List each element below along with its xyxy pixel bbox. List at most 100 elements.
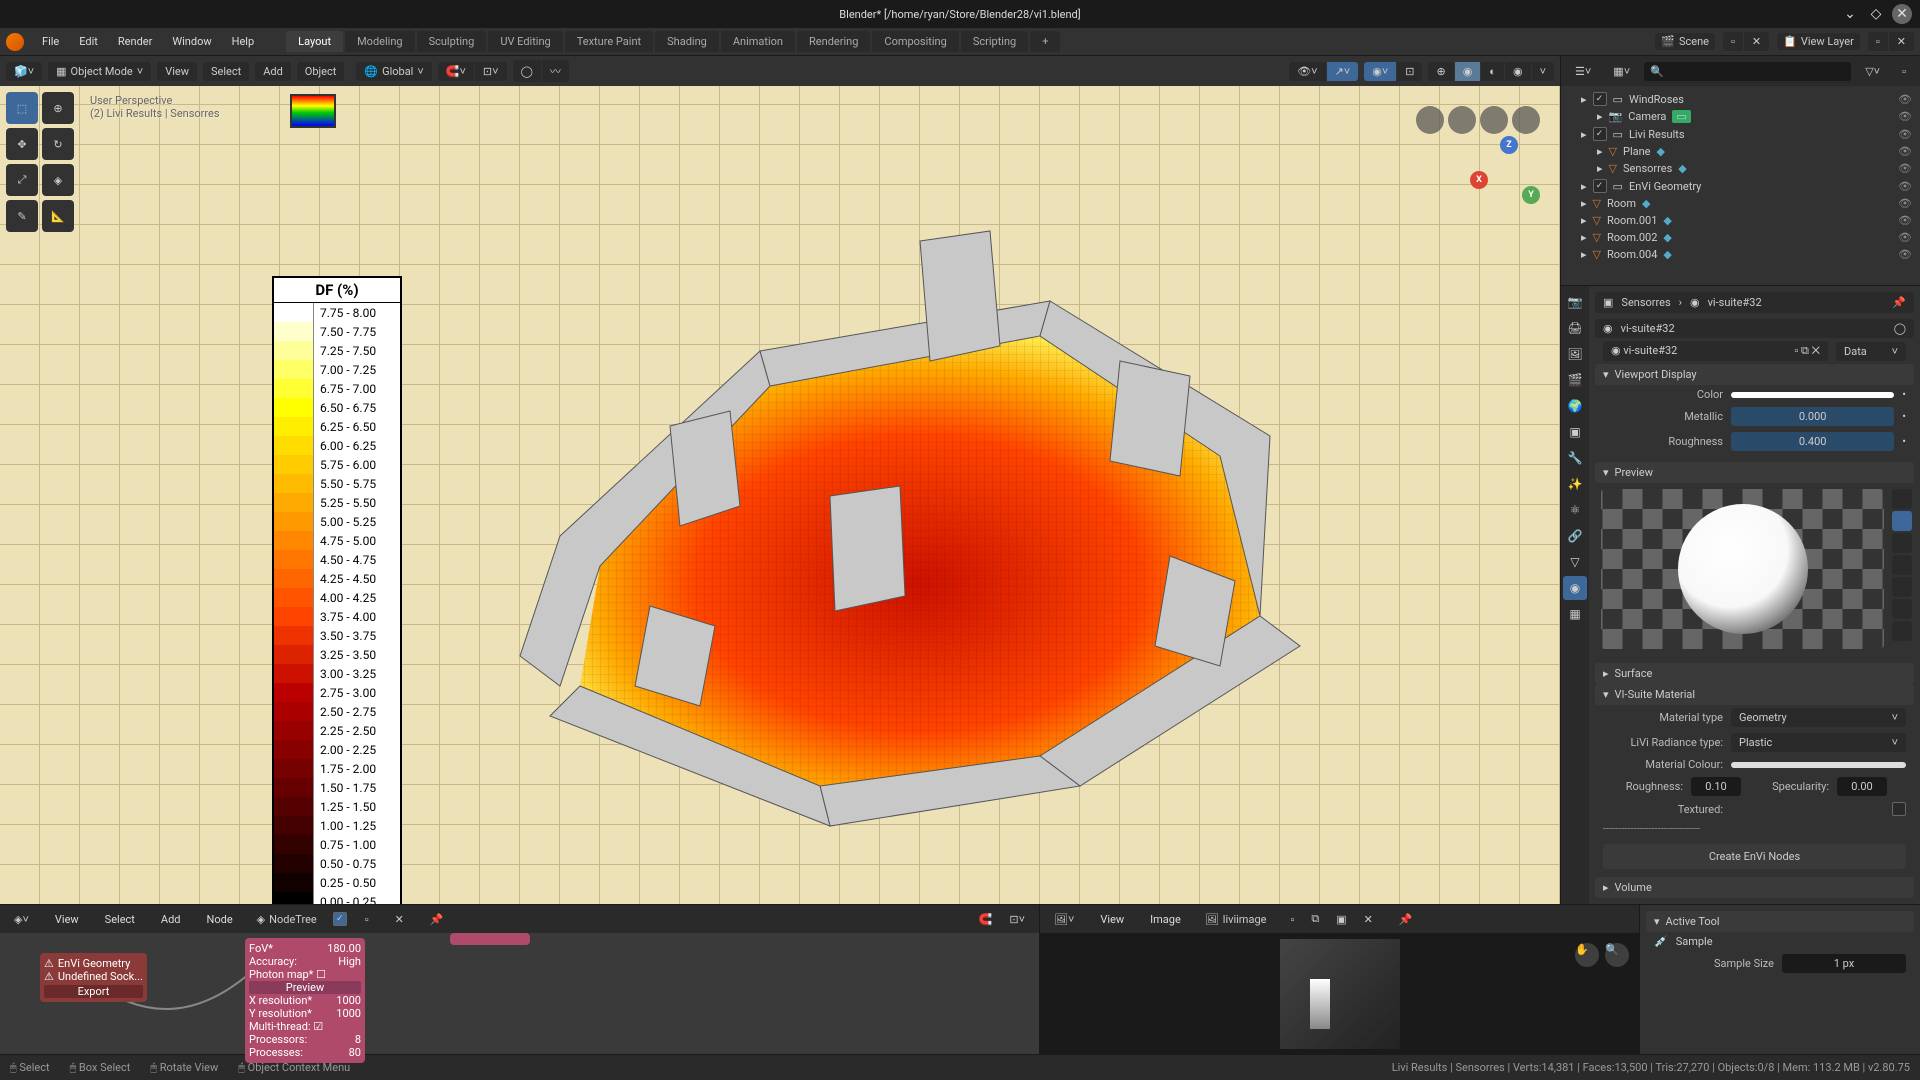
scale-tool-icon[interactable]: ⤢	[6, 164, 38, 196]
roughness-field[interactable]: 0.400	[1731, 432, 1894, 451]
link-type-dropdown[interactable]: Data˅	[1836, 342, 1906, 361]
ie-copy-icon[interactable]: ⧉	[1303, 909, 1327, 929]
node-canvas[interactable]: ⚠EnVi Geometry ⚠Undefined Sock... Export…	[0, 933, 1039, 1054]
tab-shading[interactable]: Shading	[655, 31, 719, 52]
ie-view[interactable]: View	[1092, 909, 1132, 930]
outliner-item[interactable]: ▸ 📷 Camera ▭👁	[1565, 108, 1916, 125]
proptab-render-icon[interactable]: 📷	[1563, 290, 1587, 314]
ie-new-icon[interactable]: ▫	[1282, 909, 1302, 929]
tab-sculpting[interactable]: Sculpting	[417, 31, 487, 52]
visibility-eye-icon[interactable]: 👁	[1898, 197, 1912, 210]
ne-select[interactable]: Select	[97, 909, 143, 930]
visibility-eye-icon[interactable]: 👁	[1898, 231, 1912, 244]
textured-checkbox[interactable]	[1892, 802, 1906, 816]
shading-render-icon[interactable]: ◉	[1505, 62, 1531, 81]
outliner-item[interactable]: ▸ ▽ Room.001 ◆👁	[1565, 212, 1916, 229]
visibility-eye-icon[interactable]: 👁	[1898, 248, 1912, 261]
collection-checkbox[interactable]: ✓	[1593, 179, 1607, 193]
outliner-item[interactable]: ▸ ✓ ▭ WindRoses👁	[1565, 90, 1916, 108]
preview-flat-icon[interactable]	[1892, 489, 1912, 509]
orientation-gizmo[interactable]: X Y Z	[1470, 136, 1540, 206]
maximize-icon[interactable]: ◇	[1866, 4, 1886, 24]
gizmo-icon[interactable]: ↗˅	[1327, 62, 1359, 81]
section-volume[interactable]: ▸ Volume	[1595, 877, 1914, 898]
radiance-type-dropdown[interactable]: Plastic˅	[1731, 733, 1906, 752]
y-axis-icon[interactable]: Y	[1522, 186, 1540, 204]
viewport-canvas[interactable]: ⬚⊕ ✥↻ ⤢◈ ✎📐 User Perspective (2) Livi Re…	[0, 86, 1560, 904]
section-preview[interactable]: ▾ Preview	[1595, 462, 1914, 483]
proptab-modifiers-icon[interactable]: 🔧	[1563, 446, 1587, 470]
node-export-button[interactable]: Export	[44, 985, 143, 998]
minimize-icon[interactable]: ⌄	[1840, 4, 1860, 24]
active-tool-header[interactable]: ▾ Active Tool	[1646, 911, 1914, 932]
proptab-constraints-icon[interactable]: 🔗	[1563, 524, 1587, 548]
close-icon[interactable]: ✕	[1892, 4, 1912, 24]
proptab-scene-icon[interactable]: 🎬	[1563, 368, 1587, 392]
new-collection-icon[interactable]: ▫	[1894, 62, 1914, 81]
x-axis-icon[interactable]: X	[1470, 171, 1488, 189]
shading-wire-icon[interactable]: ⊕	[1428, 62, 1453, 81]
metallic-field[interactable]: 0.000	[1731, 407, 1894, 426]
tab-uvediting[interactable]: UV Editing	[488, 31, 562, 52]
proptab-object-icon[interactable]: ▣	[1563, 420, 1587, 444]
collection-checkbox[interactable]: ✓	[1593, 92, 1607, 106]
node-editor-type-icon[interactable]: ◈˅	[6, 910, 37, 929]
specularity-field[interactable]: 0.00	[1837, 777, 1887, 796]
proptab-material-icon[interactable]: ◉	[1563, 576, 1587, 600]
proportional-falloff-icon[interactable]: 〰	[542, 60, 569, 82]
annotate-tool-icon[interactable]: ✎	[6, 200, 38, 232]
outliner-tree[interactable]: ▸ ✓ ▭ WindRoses👁▸ 📷 Camera ▭👁▸ ✓ ▭ Livi …	[1561, 86, 1920, 285]
ie-del-icon[interactable]: ✕	[1356, 909, 1381, 929]
menu-edit[interactable]: Edit	[71, 31, 106, 52]
image-canvas[interactable]: ✋ 🔍	[1040, 933, 1639, 1054]
menu-window[interactable]: Window	[164, 31, 219, 52]
hdr-add[interactable]: Add	[255, 62, 291, 81]
shading-matprev-icon[interactable]: ◐	[1481, 62, 1504, 81]
visibility-eye-icon[interactable]: 👁	[1898, 110, 1912, 123]
outliner-item[interactable]: ▸ ▽ Plane ◆👁	[1565, 143, 1916, 160]
ie-image[interactable]: Image	[1142, 909, 1189, 930]
proptab-particles-icon[interactable]: ✨	[1563, 472, 1587, 496]
outliner-item[interactable]: ▸ ✓ ▭ EnVi Geometry👁	[1565, 177, 1916, 195]
preview-fluid-icon[interactable]	[1892, 621, 1912, 641]
nav-persp-icon[interactable]	[1512, 106, 1540, 134]
outliner-search-input[interactable]: 🔍	[1644, 62, 1851, 81]
scene-del-icon[interactable]: ✕	[1744, 32, 1769, 51]
tab-scripting[interactable]: Scripting	[961, 31, 1028, 52]
xray-icon[interactable]: ⊡	[1397, 62, 1422, 81]
hdr-view[interactable]: View	[157, 62, 197, 81]
ie-fake-icon[interactable]: ▣	[1328, 909, 1354, 929]
color-swatch[interactable]	[1731, 392, 1894, 398]
editor-type-icon[interactable]: 🧊˅	[6, 62, 42, 81]
proptab-data-icon[interactable]: ▽	[1563, 550, 1587, 574]
material-type-dropdown[interactable]: Geometry˅	[1731, 708, 1906, 727]
ie-pan-icon[interactable]: ✋	[1575, 943, 1599, 967]
section-visuite[interactable]: ▾ VI-Suite Material	[1595, 684, 1914, 705]
image-selector[interactable]: 🖼liviimage	[1199, 911, 1273, 928]
material-slot[interactable]: vi-suite#32	[1621, 322, 1886, 335]
material-actions[interactable]: ▫ ⧉ ✕	[1794, 344, 1820, 358]
tab-compositing[interactable]: Compositing	[872, 31, 958, 52]
hdr-select[interactable]: Select	[203, 62, 249, 81]
nodetree-selector[interactable]: ◈NodeTree	[251, 911, 323, 928]
visibility-eye-icon[interactable]: 👁	[1898, 214, 1912, 227]
preview-sphere-btn-icon[interactable]	[1892, 511, 1912, 531]
pin-icon[interactable]: 📌	[1892, 296, 1906, 309]
ie-pin-icon[interactable]: 📌	[1391, 910, 1421, 929]
visibility-eye-icon[interactable]: 👁	[1898, 180, 1912, 193]
node-preview-button[interactable]: Preview	[249, 981, 361, 994]
node-envi-geometry[interactable]: ⚠EnVi Geometry ⚠Undefined Sock... Export	[40, 953, 147, 1002]
outliner-item[interactable]: ▸ ▽ Sensorres ◆👁	[1565, 160, 1916, 177]
nav-zoom-icon[interactable]	[1416, 106, 1444, 134]
orientation-selector[interactable]: 🌐Global˅	[356, 62, 431, 81]
ne-new-icon[interactable]: ▫	[357, 910, 377, 929]
ie-zoom-icon[interactable]: 🔍	[1605, 943, 1629, 967]
blender-logo-icon[interactable]	[6, 33, 24, 51]
snap-icon[interactable]: 🧲˅	[438, 62, 474, 81]
use-nodes-checkbox[interactable]: ✓	[333, 912, 347, 926]
nav-camera-icon[interactable]	[1480, 106, 1508, 134]
cursor-tool-icon[interactable]: ⊕	[42, 92, 74, 124]
preview-cloth-icon[interactable]	[1892, 599, 1912, 619]
tab-rendering[interactable]: Rendering	[797, 31, 870, 52]
ne-snap2-icon[interactable]: ⊡˅	[1001, 910, 1033, 929]
